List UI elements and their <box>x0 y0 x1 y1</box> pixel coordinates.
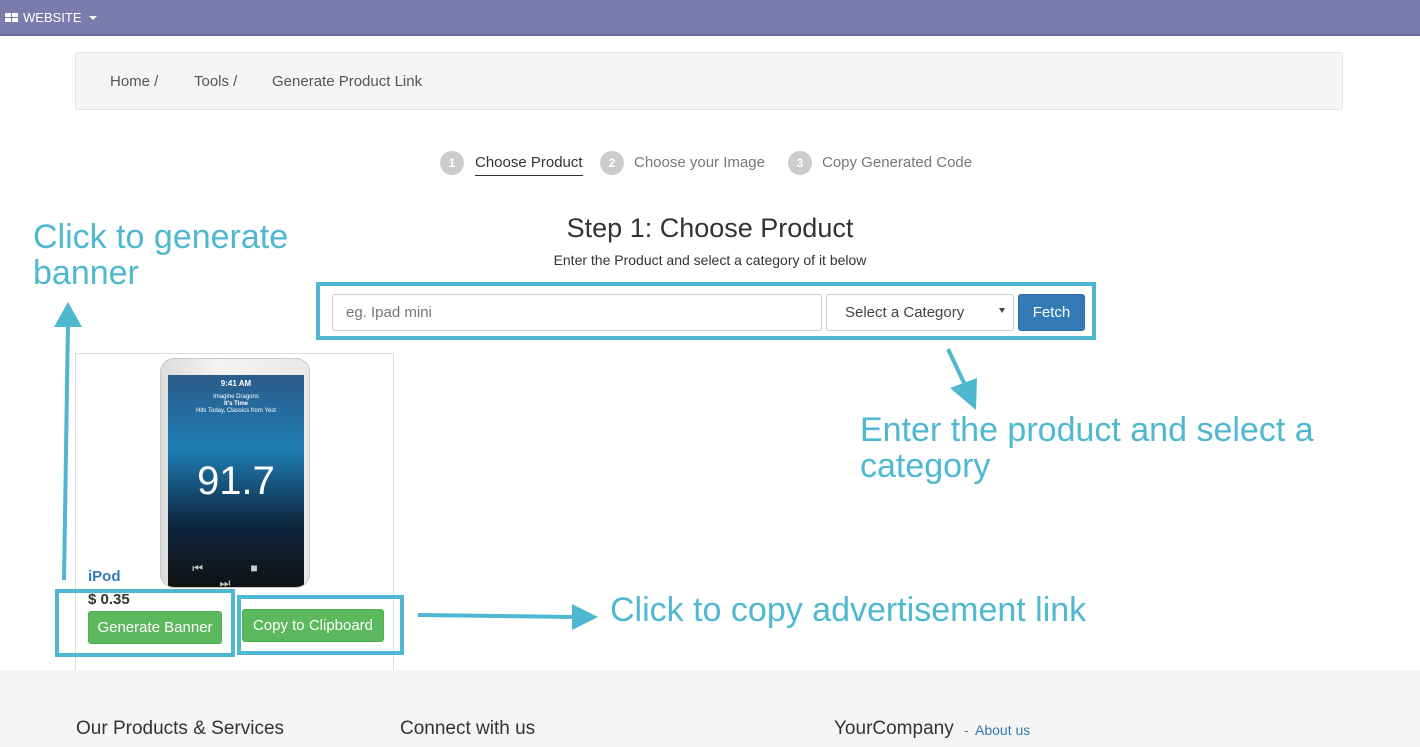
ipod-song: It's Time <box>224 401 248 407</box>
breadcrumb: Home / Tools / Generate Product Link <box>75 52 1343 110</box>
arrow-down-line <box>946 348 967 386</box>
step-2-label[interactable]: Choose your Image <box>634 154 765 171</box>
category-select[interactable]: Select a Category <box>826 294 1014 331</box>
dropdown-arrow-icon <box>999 308 1005 313</box>
arrow-up-line <box>62 321 70 581</box>
footer-products-heading: Our Products & Services <box>76 718 285 739</box>
grid-icon <box>5 13 18 22</box>
caret-down-icon <box>88 15 97 20</box>
breadcrumb-home[interactable]: Home / <box>110 73 158 90</box>
product-image[interactable]: 9:41 AM Imagine Dragons It's Time Hits T… <box>160 358 310 588</box>
step-2-number: 2 <box>600 151 624 175</box>
footer: Our Products & Services Connect with us … <box>0 670 1420 747</box>
ipod-station: Hits Today, Classics from Yest <box>196 408 276 414</box>
wizard-steps: 1 Choose Product 2 Choose your Image 3 C… <box>0 150 1420 180</box>
ipod-status-time: 9:41 AM <box>220 379 252 388</box>
ipod-artist: Imagine Dragons <box>213 394 259 400</box>
ipod-controls: ⏮ ■ ⏭ <box>192 561 280 588</box>
top-navbar: WEBSITE <box>0 0 1420 36</box>
annotation-generate: Click to generate banner <box>33 218 289 292</box>
footer-connect-heading: Connect with us <box>400 718 536 739</box>
step-3-number: 3 <box>788 151 812 175</box>
product-name-link[interactable]: iPod <box>88 568 121 585</box>
footer-about-link[interactable]: About us <box>975 722 1030 738</box>
step-1-number: 1 <box>440 151 464 175</box>
ipod-screen: 9:41 AM Imagine Dragons It's Time Hits T… <box>168 375 304 587</box>
copy-highlight-box <box>237 595 404 655</box>
arrow-down-head <box>950 378 977 410</box>
generate-highlight-box <box>55 589 235 657</box>
step-3-label[interactable]: Copy Generated Code <box>822 154 972 171</box>
ipod-track-info: Imagine Dragons It's Time Hits Today, Cl… <box>168 394 304 415</box>
footer-separator: - <box>964 722 969 738</box>
breadcrumb-current: Generate Product Link <box>272 73 423 90</box>
category-select-value: Select a Category <box>845 304 965 321</box>
annotation-copy: Click to copy advertisement link <box>610 591 1087 629</box>
breadcrumb-tools[interactable]: Tools / <box>194 73 237 90</box>
arrow-right-head <box>572 604 598 630</box>
website-menu[interactable]: WEBSITE <box>5 10 97 25</box>
annotation-enter: Enter the product and select a category <box>860 411 1314 485</box>
ipod-frequency: 91.7 <box>197 459 275 503</box>
footer-company-name: YourCompany <box>834 718 954 739</box>
arrow-right-line <box>417 613 576 619</box>
product-search-input[interactable] <box>332 294 822 331</box>
arrow-up-head <box>54 302 82 327</box>
website-menu-label: WEBSITE <box>23 10 82 25</box>
step-1-label[interactable]: Choose Product <box>475 154 583 176</box>
fetch-button[interactable]: Fetch <box>1018 294 1085 331</box>
